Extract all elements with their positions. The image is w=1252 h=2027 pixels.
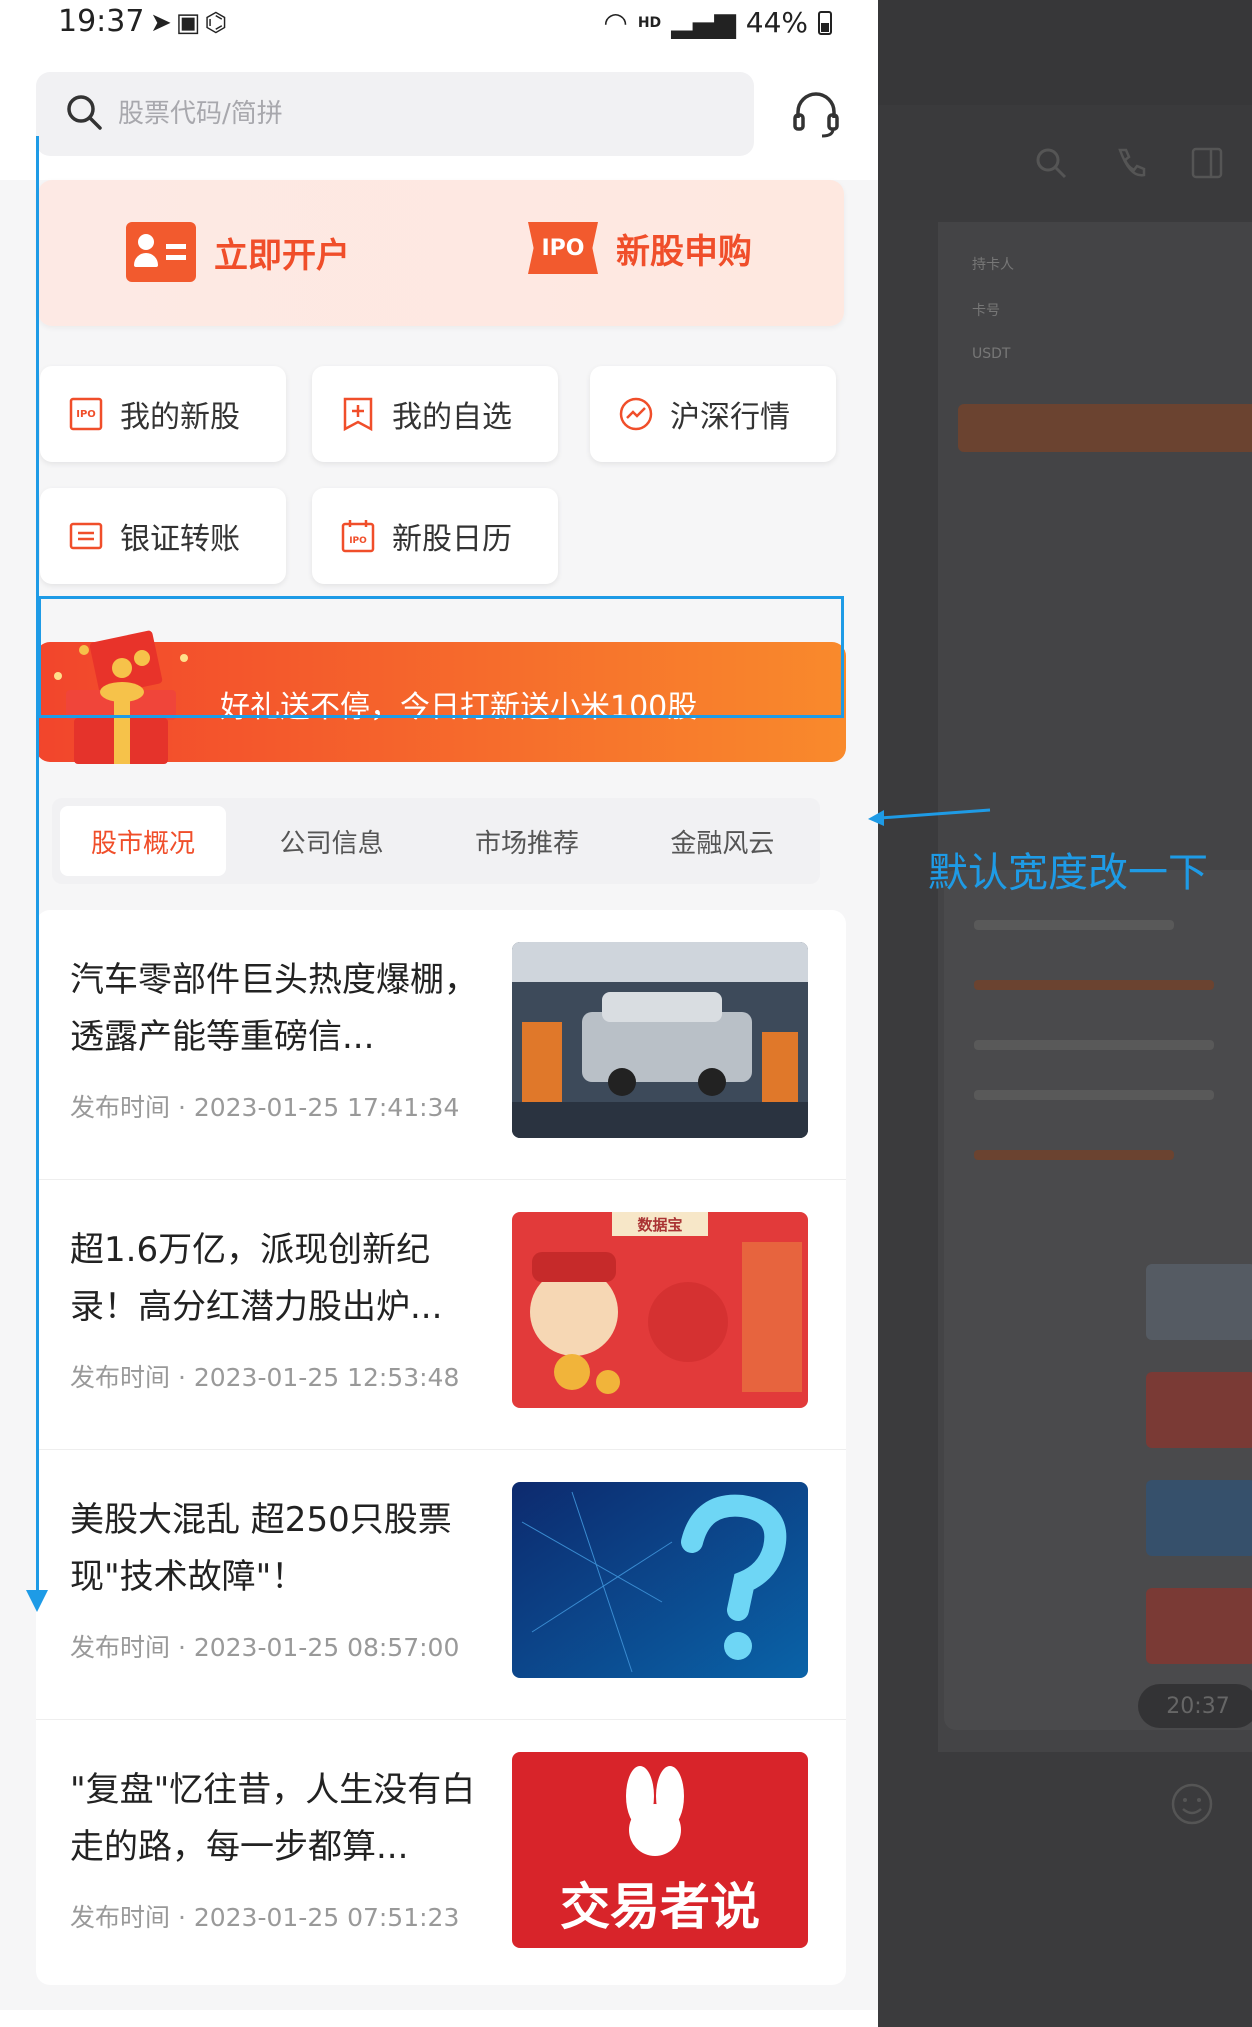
status-time: 19:37 [58, 4, 145, 39]
quick-link-label: 我的新股 [120, 400, 240, 435]
open-account-button[interactable]: 立即开户 [126, 222, 350, 282]
top-bar [0, 50, 878, 180]
overlay-mini-line [974, 1090, 1214, 1100]
quick-link-label: 沪深行情 [670, 400, 790, 435]
news-time: 发布时间 · 2023-01-25 12:53:48 [70, 1363, 460, 1392]
news-time: 发布时间 · 2023-01-25 08:57:00 [70, 1633, 460, 1662]
overlay-mini-thumb [1146, 1264, 1252, 1340]
quick-link-label: 新股日历 [392, 522, 512, 557]
news-item[interactable]: 美股大混乱 超250只股票现"技术故障"！ 发布时间 · 2023-01-25 … [36, 1450, 846, 1720]
overlay-mini-line [974, 1040, 1214, 1050]
search-icon [67, 95, 102, 130]
annotation-note: 默认宽度改一下 [928, 850, 1208, 896]
tab-market-recommend[interactable]: 市场推荐 [429, 798, 624, 884]
overlay-mini-line [974, 1150, 1174, 1160]
news-list: 汽车零部件巨头热度爆棚，透露产能等重磅信... 发布时间 · 2023-01-2… [36, 910, 846, 1985]
hd-badge: HD [637, 14, 662, 31]
bottom-nav-edge [0, 2010, 878, 2027]
news-title: 超1.6万亿，派现创新纪录！高分红潜力股出炉... [70, 1230, 443, 1327]
quick-link-label: 银证转账 [120, 522, 240, 557]
search-icon [1036, 148, 1067, 179]
news-title: 美股大混乱 超250只股票现"技术故障"！ [70, 1500, 452, 1597]
annotation-arrow [868, 808, 991, 826]
notification-icons: ➤▣⌬ [150, 8, 232, 38]
news-thumbnail-question-mark [512, 1482, 808, 1678]
quick-link-watchlist[interactable]: 我的自选 [312, 366, 558, 462]
battery-text: 44% [745, 6, 808, 39]
news-thumbnail-car-factory [512, 942, 808, 1138]
wifi-icon: ◠ [603, 6, 628, 39]
news-time: 发布时间 · 2023-01-25 07:51:23 [70, 1903, 460, 1932]
news-item[interactable]: 超1.6万亿，派现创新纪录！高分红潜力股出炉... 发布时间 · 2023-01… [36, 1180, 846, 1450]
overlay-mini-line [974, 920, 1174, 930]
ipo-certificate-icon: IPO [69, 397, 103, 431]
quick-link-bank-transfer[interactable]: 银证转账 [40, 488, 286, 584]
phone-icon [1118, 148, 1146, 177]
quick-link-label: 我的自选 [392, 400, 512, 435]
search-input[interactable] [118, 92, 618, 136]
ipo-calendar-icon: IPO [341, 520, 375, 553]
tab-finance-news[interactable]: 金融风云 [625, 798, 820, 884]
overlay-row-label: 卡号 [972, 303, 1000, 319]
news-tabs: 股市概况 公司信息 市场推荐 金融风云 [52, 798, 820, 884]
overlay-time-pill: 20:37 [1138, 1684, 1252, 1728]
add-favorite-icon [343, 397, 373, 432]
news-item[interactable]: "复盘"忆往昔，人生没有白走的路，每一步都算... 发布时间 · 2023-01… [36, 1720, 846, 1990]
ipo-subscribe-label: 新股申购 [616, 231, 752, 272]
overlay-top [878, 0, 1252, 105]
news-thumbnail-god-of-wealth: 数据宝 [512, 1212, 808, 1408]
status-right: ◠ HD ▂▄▆ 44% [603, 6, 832, 39]
ipo-ticket-icon: IPO [528, 222, 598, 274]
sidebar-icon [1191, 147, 1223, 179]
thumb-caption: 数据宝 [637, 1216, 682, 1234]
overlay-mini-thumb [1146, 1588, 1252, 1664]
overlay-mini-thumb [1146, 1480, 1252, 1556]
signal-icon: ▂▄▆ [671, 6, 736, 39]
news-title: "复盘"忆往昔，人生没有白走的路，每一步都算... [70, 1770, 476, 1867]
id-card-icon [126, 222, 196, 282]
quick-link-ipo-calendar[interactable]: IPO 新股日历 [312, 488, 558, 584]
home-content: 立即开户 IPO 新股申购 IPO 我的新股 我的自选 沪深行情 银证转账 IP… [0, 180, 878, 2027]
tab-company-info[interactable]: 公司信息 [234, 798, 429, 884]
battery-icon [818, 10, 832, 35]
customer-service-icon[interactable] [790, 88, 842, 140]
market-trend-icon [619, 397, 653, 431]
guide-arrow-head [26, 1590, 48, 1612]
svg-text:IPO: IPO [76, 409, 96, 420]
background-overlay: 持卡人 卡号 USDT 20:37 [878, 0, 1252, 2027]
status-bar: 19:37 ➤▣⌬ ◠ HD ▂▄▆ 44% [0, 0, 878, 50]
overlay-mini-line [974, 980, 1214, 990]
ipo-subscribe-button[interactable]: IPO 新股申购 [528, 222, 752, 274]
quick-link-market[interactable]: 沪深行情 [590, 366, 836, 462]
quick-link-my-ipo[interactable]: IPO 我的新股 [40, 366, 286, 462]
overlay-row-label: 持卡人 [972, 257, 1014, 273]
news-item[interactable]: 汽车零部件巨头热度爆棚，透露产能等重磅信... 发布时间 · 2023-01-2… [36, 910, 846, 1180]
svg-text:IPO: IPO [349, 536, 367, 546]
width-guide-line [36, 136, 39, 1596]
overlay-mini-thumb [1146, 1372, 1252, 1448]
account-banner: 立即开户 IPO 新股申购 [38, 180, 844, 326]
overlay-row-label: USDT [972, 346, 1011, 362]
tab-market-overview[interactable]: 股市概况 [60, 806, 226, 876]
news-time: 发布时间 · 2023-01-25 17:41:34 [70, 1093, 460, 1122]
app-screen: 19:37 ➤▣⌬ ◠ HD ▂▄▆ 44% 股票代码/简拼 立即开户 IPO … [0, 0, 878, 2027]
open-account-label: 立即开户 [214, 235, 350, 276]
search-box[interactable] [36, 72, 754, 156]
emoji-icon [1171, 1783, 1213, 1825]
news-title: 汽车零部件巨头热度爆棚，透露产能等重磅信... [70, 960, 478, 1057]
news-thumbnail-trader-says: 交易者说 [512, 1752, 808, 1948]
overlay-button [958, 404, 1252, 452]
transfer-icon [69, 522, 103, 550]
thumb-caption: 交易者说 [560, 1877, 760, 1936]
tab-highlight-box [38, 596, 844, 718]
